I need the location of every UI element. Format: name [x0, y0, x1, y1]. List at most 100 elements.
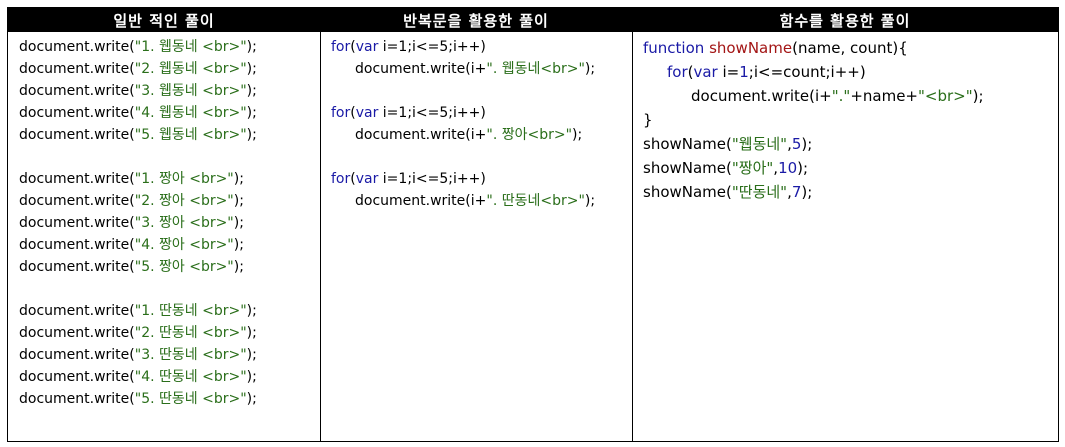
call-arg-string: "짱아": [731, 159, 774, 177]
function-code-block: function showName(name, count){for(var i…: [633, 32, 1058, 204]
code-call: document.write(: [19, 369, 135, 385]
for-keyword: for: [667, 63, 688, 81]
code-string: "<br>": [918, 87, 973, 105]
code-punct: );: [972, 87, 984, 105]
loop-condition: i=1;i<=5;i++): [378, 171, 486, 187]
code-line: document.write("2. 짱아 <br>");: [19, 190, 320, 212]
code-punct: );: [246, 347, 257, 363]
header-loop: 반복문을 활용한 풀이: [403, 11, 549, 30]
code-line: document.write("5. 딴동네 <br>");: [19, 388, 320, 410]
code-line: document.write("3. 웹동네 <br>");: [19, 80, 320, 102]
for-line: for(var i=1;i<=5;i++): [331, 102, 632, 124]
loop-condition: i=1;i<=5;i++): [378, 39, 486, 55]
call-arg-number: 7: [791, 183, 802, 201]
code-punct: );: [572, 127, 583, 143]
header-general: 일반 적인 풀이: [113, 11, 215, 30]
code-string: "3. 딴동네 <br>": [134, 347, 247, 363]
code-call: document.write(: [19, 325, 135, 341]
code-string: ". 짱아<br>": [486, 127, 573, 143]
for-line: for(var i=1;i<=count;i++): [643, 60, 1058, 84]
code-line: document.write("5. 웹동네 <br>");: [19, 124, 320, 146]
var-keyword: var: [693, 63, 718, 81]
code-line: document.write("5. 짱아 <br>");: [19, 256, 320, 278]
function-name: showName: [709, 39, 793, 57]
for-keyword: for: [331, 171, 351, 187]
code-number: 1: [739, 63, 749, 81]
code-punct: );: [246, 303, 257, 319]
code-string: "1. 딴동네 <br>": [134, 303, 247, 319]
code-call: document.write(: [19, 303, 135, 319]
code-call: document.write(: [19, 347, 135, 363]
code-call: document.write(: [19, 193, 135, 209]
code-punct: );: [246, 325, 257, 341]
body-line: document.write(i+". 딴동네<br>");: [331, 190, 632, 212]
code-string: ". 딴동네<br>": [486, 193, 585, 209]
code-punct: );: [584, 193, 596, 209]
code-call: document.write(: [19, 171, 135, 187]
body-line: document.write(i+". 웹동네<br>");: [331, 58, 632, 80]
code-call: document.write(: [19, 391, 135, 407]
var-keyword: var: [355, 105, 379, 121]
code-string: "1. 웹동네 <br>": [134, 39, 247, 55]
code-call: document.write(i+: [355, 61, 487, 77]
code-string: "1. 짱아 <br>": [134, 171, 234, 187]
close-brace: }: [643, 111, 653, 129]
code-string: "2. 딴동네 <br>": [134, 325, 247, 341]
loop-code-block: for(var i=1;i<=5;i++) document.write(i+".…: [321, 32, 632, 212]
code-line: document.write("1. 짱아 <br>");: [19, 168, 320, 190]
code-string: "3. 짱아 <br>": [134, 215, 234, 231]
general-code-block: document.write("1. 웹동네 <br>"); document.w…: [8, 32, 320, 410]
function-params: (name, count){: [792, 39, 908, 57]
function-decl-line: function showName(name, count){: [643, 36, 1058, 60]
header-function: 함수를 활용한 풀이: [779, 11, 911, 30]
code-call: document.write(i+: [355, 193, 487, 209]
header-row: 일반 적인 풀이 반복문을 활용한 풀이 함수를 활용한 풀이: [8, 8, 1058, 32]
code-call: document.write(: [19, 39, 135, 55]
code-string: "5. 웹동네 <br>": [134, 127, 247, 143]
code-line: document.write("2. 딴동네 <br>");: [19, 322, 320, 344]
code-punct: );: [233, 237, 244, 253]
for-line: for(var i=1;i<=5;i++): [331, 36, 632, 58]
code-string: "5. 딴동네 <br>": [134, 391, 247, 407]
code-string: "4. 웹동네 <br>": [134, 105, 247, 121]
code-string: "3. 웹동네 <br>": [134, 83, 247, 99]
code-call: document.write(: [19, 61, 135, 77]
code-punct: );: [797, 159, 809, 177]
loop-solution-cell: for(var i=1;i<=5;i++) document.write(i+".…: [320, 32, 632, 441]
code-line: document.write("2. 웹동네 <br>");: [19, 58, 320, 80]
loop-condition: ;i<=count;i++): [748, 63, 866, 81]
code-call: document.write(: [19, 215, 135, 231]
code-punct: );: [233, 259, 244, 275]
code-concat: +name+: [850, 87, 919, 105]
code-call: document.write(: [19, 127, 135, 143]
code-line: document.write("3. 짱아 <br>");: [19, 212, 320, 234]
close-brace-line: }: [643, 108, 1058, 132]
for-keyword: for: [331, 105, 351, 121]
call-name: showName(: [643, 183, 732, 201]
var-keyword: var: [355, 39, 379, 55]
code-line: document.write("1. 웹동네 <br>");: [19, 36, 320, 58]
code-punct: );: [233, 193, 244, 209]
code-line: document.write("3. 딴동네 <br>");: [19, 344, 320, 366]
code-punct: );: [584, 61, 596, 77]
body-line: document.write(i+". 짱아<br>");: [331, 124, 632, 146]
code-string: "5. 짱아 <br>": [134, 259, 234, 275]
code-punct: );: [246, 369, 257, 385]
code-call: document.write(: [19, 83, 135, 99]
var-keyword: var: [355, 171, 379, 187]
function-call-line: showName("딴동네",7);: [643, 180, 1058, 204]
code-punct: );: [246, 83, 257, 99]
call-arg-string: "딴동네": [731, 183, 788, 201]
body-line: document.write(i+"."+name+"<br>");: [643, 84, 1058, 108]
code-line: document.write("4. 짱아 <br>");: [19, 234, 320, 256]
call-name: showName(: [643, 159, 732, 177]
code-string: "2. 웹동네 <br>": [134, 61, 247, 77]
code-string: ".": [831, 87, 851, 105]
code-punct: );: [246, 127, 257, 143]
for-keyword: for: [331, 39, 351, 55]
general-solution-cell: document.write("1. 웹동네 <br>"); document.w…: [8, 32, 320, 441]
